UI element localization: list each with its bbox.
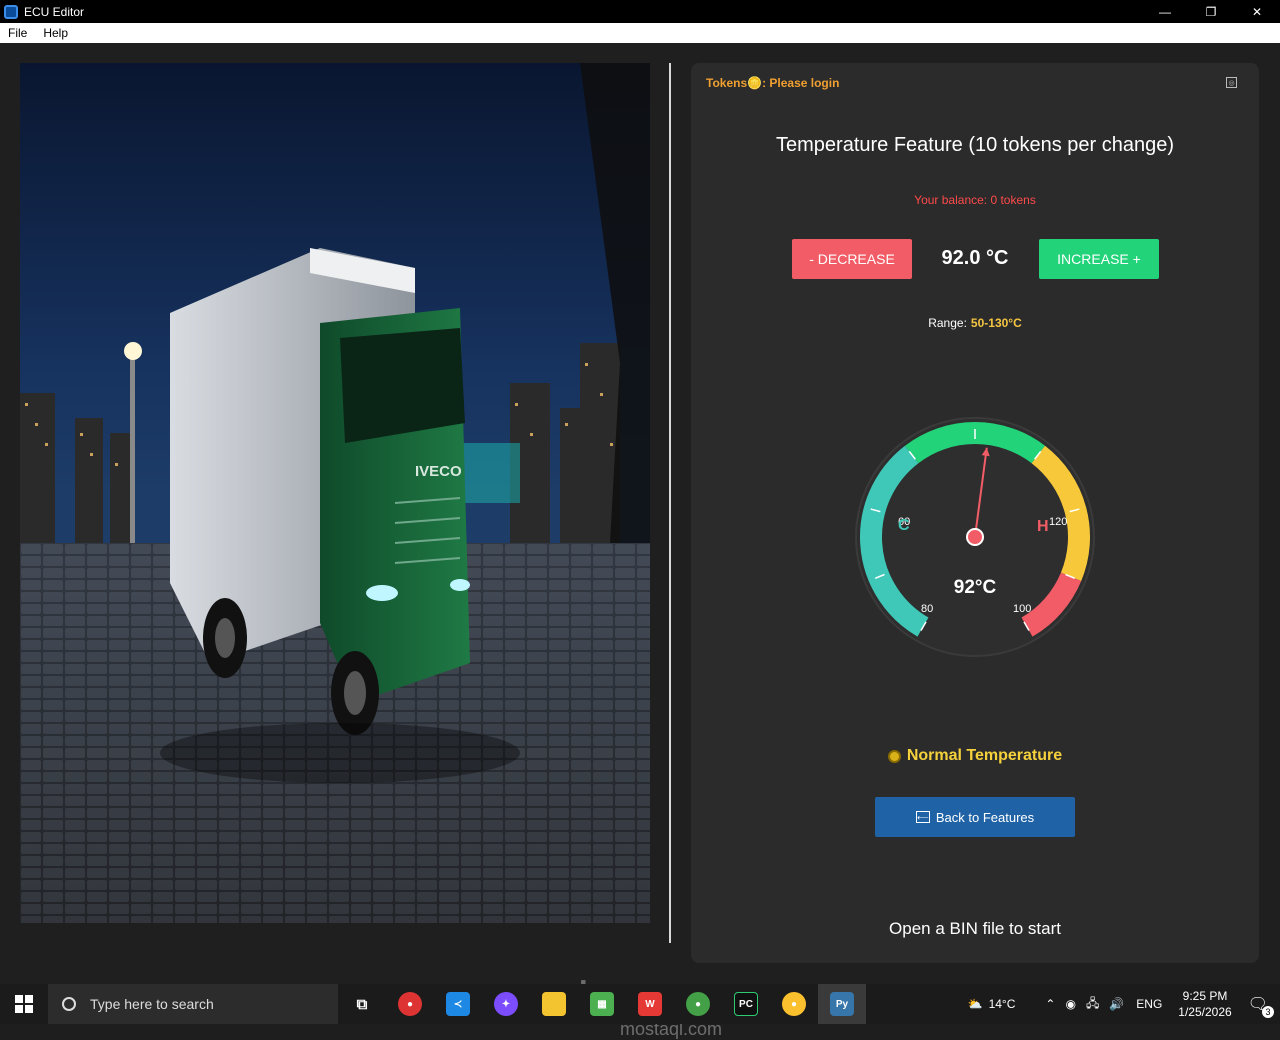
truck-brand: IVECO (415, 463, 462, 480)
vscode-icon[interactable]: ≺ (434, 984, 482, 1024)
clock[interactable]: 9:25 PM 1/25/2026 (1178, 988, 1231, 1020)
back-to-features-button[interactable]: ⟵ Back to Features (875, 797, 1075, 837)
gauge-tick-label: 120 (1049, 516, 1067, 528)
app-icon (4, 4, 18, 19)
temperature-gauge: 60 80 100 120 C H 92°C (855, 417, 1095, 657)
main-area: IVECO Tokens🪙: Please login ◎ Temperatur… (0, 43, 1280, 1039)
chrome-icon[interactable]: ● (386, 984, 434, 1024)
search-placeholder: Type here to search (90, 996, 214, 1012)
language-indicator[interactable]: ENG (1136, 997, 1162, 1011)
truck-photo: IVECO (20, 63, 650, 923)
increase-button[interactable]: INCREASE + (1039, 239, 1159, 279)
tray-volume-icon[interactable]: 🔊 (1109, 997, 1124, 1011)
weather-icon[interactable]: ⛅ (968, 997, 983, 1011)
cold-label: C (898, 517, 910, 534)
taskbar-search[interactable]: Type here to search (48, 984, 338, 1024)
search-icon (62, 997, 76, 1011)
status-indicator-icon (887, 749, 901, 763)
start-button[interactable] (0, 984, 48, 1024)
wps-icon[interactable]: W (626, 984, 674, 1024)
chrome-alt-icon[interactable]: ● (770, 984, 818, 1024)
weather-temp[interactable]: 14°C (989, 997, 1016, 1011)
menu-bar: File Help (0, 23, 1280, 43)
gauge-reading: 92°C (954, 577, 997, 598)
window-controls: — ❐ ✕ (1142, 0, 1280, 23)
file-explorer-icon[interactable] (530, 984, 578, 1024)
menu-file[interactable]: File (0, 26, 35, 40)
status-text: Normal Temperature (906, 747, 1063, 764)
temperature-value: 92.0 °C (941, 247, 1009, 269)
open-bin-prompt: Open a BIN file to start (889, 919, 1061, 938)
minimize-button[interactable]: — (1142, 0, 1188, 23)
gauge-hub (966, 528, 984, 546)
range-info: Range: 50-130°C (691, 316, 1259, 330)
tokens-status[interactable]: Tokens🪙: Please login (706, 76, 839, 90)
close-button[interactable]: ✕ (1234, 0, 1280, 23)
tray-chevron-icon[interactable]: ⌃ (1045, 997, 1055, 1011)
menu-help[interactable]: Help (35, 26, 76, 40)
system-tray: ⛅ 14°C ⌃ ◉ 🖧 🔊 ENG 9:25 PM 1/25/2026 🗨 3 (968, 984, 1280, 1024)
token-balance: Your balance: 0 tokens (914, 193, 1036, 207)
gauge-tick-label: 100 (1013, 603, 1031, 615)
notification-count: 3 (1262, 1006, 1274, 1018)
taskbar: Type here to search ⧉ ● ≺ ✦ ▦ W ● PC ● P… (0, 984, 1280, 1024)
back-button-label: Back to Features (935, 809, 1035, 825)
range-value: 50-130°C (970, 316, 1022, 330)
windows-icon (15, 995, 33, 1013)
tray-record-icon[interactable]: ◉ (1065, 997, 1075, 1011)
feature-title: Temperature Feature (10 tokens per chang… (776, 134, 1174, 156)
range-label: Range: (928, 316, 967, 330)
screenshot-icon[interactable]: ◎ (1226, 77, 1237, 88)
decrease-button[interactable]: - DECREASE (792, 239, 912, 279)
store-icon[interactable]: ▦ (578, 984, 626, 1024)
feature-panel: Tokens🪙: Please login ◎ Temperature Feat… (691, 63, 1259, 963)
panel-divider (669, 63, 671, 943)
task-view-icon[interactable]: ⧉ (338, 984, 386, 1024)
pycharm-icon[interactable]: PC (722, 984, 770, 1024)
chrome-profile-icon[interactable]: ● (674, 984, 722, 1024)
python-app-icon[interactable]: Py (818, 984, 866, 1024)
temperature-status: Normal Temperature (691, 747, 1259, 765)
back-arrow-icon: ⟵ (915, 811, 930, 823)
clock-time: 9:25 PM (1182, 989, 1228, 1003)
maximize-button[interactable]: ❐ (1188, 0, 1234, 23)
clock-date: 1/25/2026 (1178, 1005, 1232, 1019)
title-bar: ECU Editor — ❐ ✕ (0, 0, 1280, 23)
window-title: ECU Editor (24, 4, 85, 19)
hot-label: H (1037, 518, 1049, 535)
notification-icon[interactable]: 🗨 3 (1248, 994, 1274, 1018)
copilot-icon[interactable]: ✦ (482, 984, 530, 1024)
tray-network-icon[interactable]: 🖧 (1086, 994, 1099, 1015)
gauge-tick-label: 80 (921, 603, 933, 615)
